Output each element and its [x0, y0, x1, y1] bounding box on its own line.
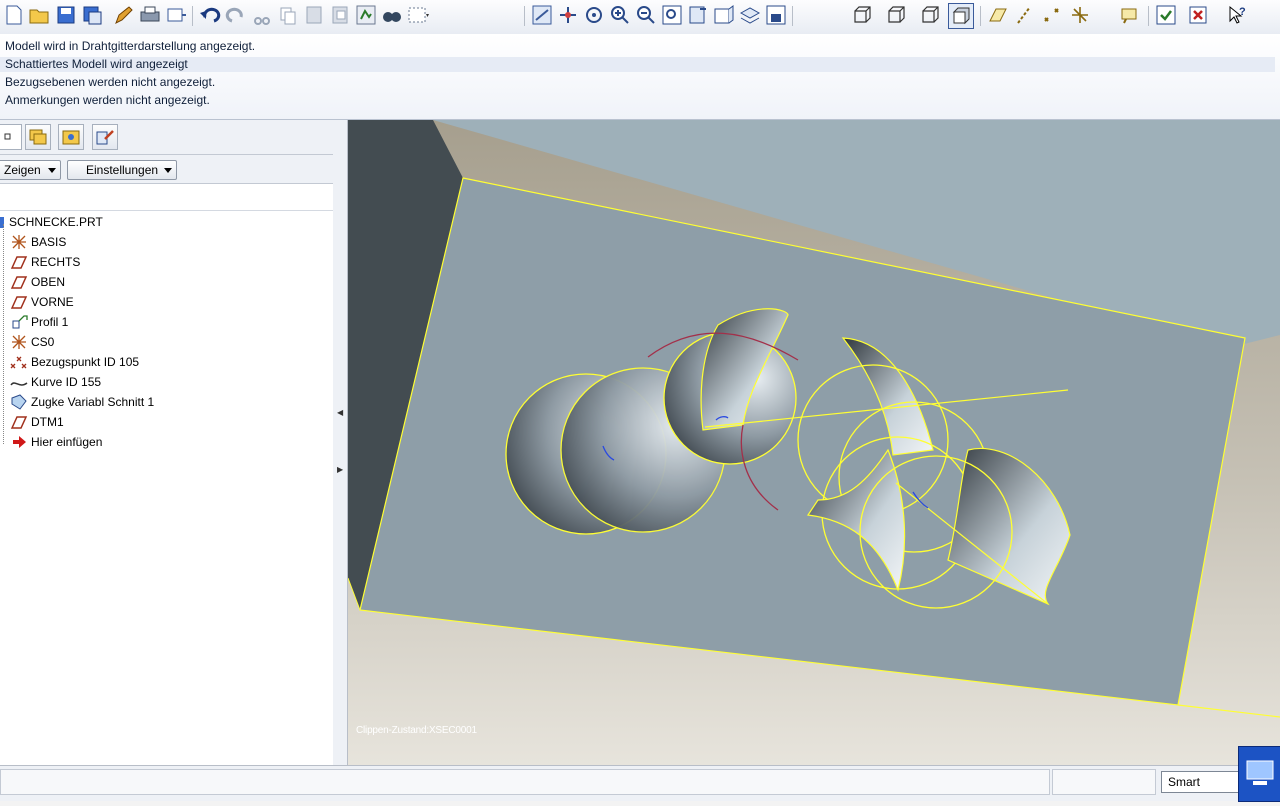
save-copy-icon[interactable]	[80, 3, 104, 27]
verify-icon[interactable]	[1154, 3, 1178, 27]
tab-model-tree[interactable]	[0, 124, 22, 150]
zoom-out-icon[interactable]	[634, 3, 658, 27]
undo-icon[interactable]	[198, 3, 222, 27]
model-navigator: Zeigen Einstellungen SCHNECKE.PRT BASIS …	[0, 120, 334, 765]
show-dropdown[interactable]: Zeigen	[0, 160, 61, 180]
profile-icon	[12, 315, 28, 329]
repaint-icon[interactable]	[530, 3, 554, 27]
save-icon[interactable]	[54, 3, 78, 27]
datum-planes-icon[interactable]	[986, 3, 1010, 27]
csys-icon	[12, 235, 26, 249]
settings-dropdown[interactable]: Einstellungen	[67, 160, 177, 180]
datum-points-icon[interactable]	[1040, 3, 1064, 27]
datum-plane-icon	[10, 296, 28, 309]
datum-axes-icon[interactable]	[1012, 3, 1036, 27]
settings-dropdown-label: Einstellungen	[86, 163, 159, 177]
spin-center-icon[interactable]	[556, 3, 580, 27]
navigator-tabs	[0, 120, 333, 155]
message-area: Modell wird in Drahtgitterdarstellung an…	[0, 34, 1280, 120]
saved-views-icon[interactable]	[764, 3, 788, 27]
datum-point-icon	[10, 356, 27, 369]
tree-column-header	[0, 184, 333, 211]
selection-filter-value: Smart	[1168, 775, 1201, 789]
selection-filter-dropdown[interactable]: Smart	[1161, 771, 1241, 793]
chevron-down-icon	[48, 168, 56, 173]
paste-icon[interactable]	[302, 3, 326, 27]
hidden-line-icon[interactable]	[884, 3, 908, 27]
expand-right-icon[interactable]: ▶	[337, 465, 343, 474]
chevron-down-icon	[164, 168, 172, 173]
status-message-box	[0, 769, 1050, 795]
tab-favorites[interactable]	[58, 124, 84, 150]
edit-icon[interactable]	[112, 3, 136, 27]
regenerate-icon[interactable]	[354, 3, 378, 27]
tree-connector	[3, 224, 5, 444]
message-line: Anmerkungen werden nicht angezeigt.	[5, 93, 210, 107]
insert-here-icon	[13, 436, 26, 448]
no-hidden-icon[interactable]	[918, 3, 942, 27]
refit-icon[interactable]	[660, 3, 684, 27]
redo-icon[interactable]	[224, 3, 248, 27]
graphics-viewport[interactable]: Clippen-Zustand:XSEC0001	[348, 120, 1280, 765]
paste-special-icon[interactable]	[328, 3, 352, 27]
cut-icon[interactable]	[250, 3, 274, 27]
main-toolbar: ?	[0, 0, 1280, 35]
zoom-in-icon[interactable]	[608, 3, 632, 27]
csys-icon[interactable]	[1068, 3, 1092, 27]
annotations-icon[interactable]	[1118, 3, 1142, 27]
orient-icon[interactable]	[582, 3, 606, 27]
status-info-box	[1052, 769, 1156, 795]
print-icon[interactable]	[138, 3, 162, 27]
model-graphics[interactable]	[348, 120, 1280, 765]
navigator-button-bar: Zeigen Einstellungen	[0, 155, 333, 184]
datum-plane-icon	[10, 416, 28, 429]
show-dropdown-label: Zeigen	[4, 163, 41, 177]
reorient-icon[interactable]	[712, 3, 736, 27]
tab-folder-browser[interactable]	[25, 124, 51, 150]
message-line: Schattiertes Modell wird angezeigt	[0, 57, 1275, 72]
pane-splitter[interactable]: ◀ ▶	[333, 120, 348, 765]
collapse-left-icon[interactable]: ◀	[337, 408, 343, 417]
curve-icon	[10, 382, 28, 386]
datum-plane-icon	[10, 256, 28, 269]
clip-state-label: Clippen-Zustand:XSEC0001	[356, 725, 477, 736]
sweep-icon	[11, 394, 27, 410]
shading-icon[interactable]	[948, 3, 974, 29]
layers-icon[interactable]	[738, 3, 762, 27]
new-icon[interactable]	[2, 3, 26, 27]
wireframe-icon[interactable]	[850, 3, 874, 27]
svg-text:?: ?	[1239, 6, 1246, 18]
message-line: Modell wird in Drahtgitterdarstellung an…	[5, 39, 256, 53]
help-icon[interactable]: ?	[1224, 3, 1248, 27]
select-box-icon[interactable]	[406, 3, 430, 27]
find-icon[interactable]	[380, 3, 404, 27]
datum-plane-icon	[10, 276, 28, 289]
tab-connections[interactable]	[92, 124, 118, 150]
open-icon[interactable]	[28, 3, 52, 27]
taskbar-monitor-icon[interactable]	[1238, 746, 1280, 802]
close-icon[interactable]	[1186, 3, 1210, 27]
message-line: Bezugsebenen werden nicht angezeigt.	[5, 75, 216, 89]
status-bar: Smart	[0, 765, 1280, 801]
csys-icon	[12, 335, 26, 349]
send-icon[interactable]	[164, 3, 188, 27]
copy-icon[interactable]	[276, 3, 300, 27]
view-manager-icon[interactable]	[686, 3, 710, 27]
